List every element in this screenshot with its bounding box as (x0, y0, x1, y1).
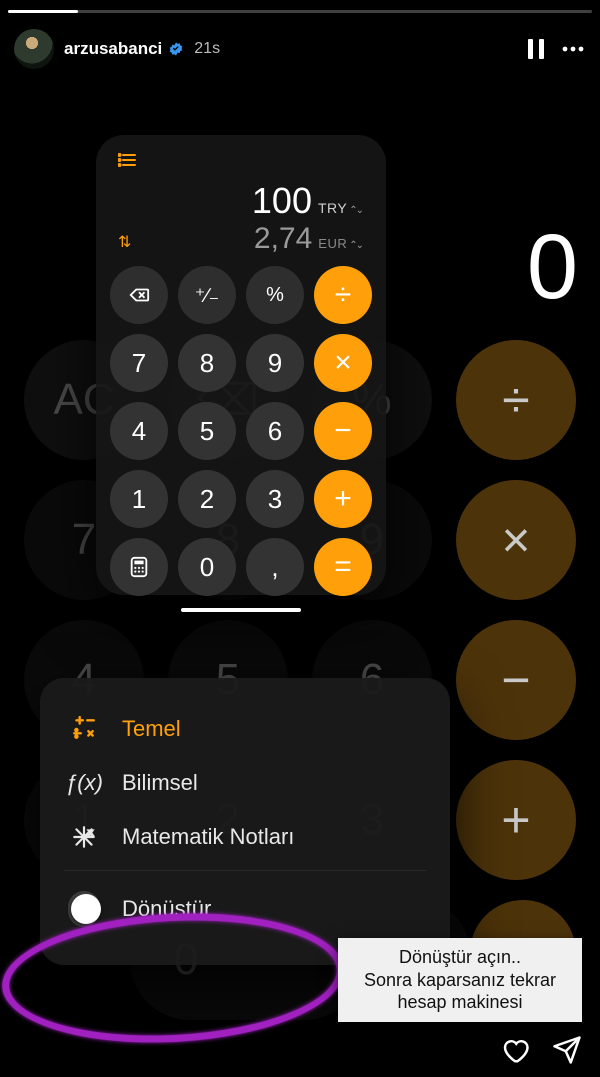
note-line: Dönüştür açın.. (346, 946, 574, 969)
mini-calculator-window[interactable]: ⇅ 100 TRY⌃⌄ 2,74 EUR⌃⌄ ⁺∕₋ % ÷ 7 8 9 × 4… (96, 135, 386, 595)
swap-currencies-icon[interactable]: ⇅ (118, 232, 131, 252)
bg-key-plus[interactable]: + (456, 760, 576, 880)
math-notes-icon: x (68, 824, 100, 850)
bg-key-multiply[interactable]: × (456, 480, 576, 600)
menu-item-math-notes[interactable]: x Matematik Notları (62, 810, 428, 864)
share-icon[interactable] (552, 1035, 582, 1065)
scientific-mode-icon: ƒ(x) (68, 770, 100, 796)
mini-sub-value: 2,74 (254, 222, 312, 256)
basic-mode-icon (68, 716, 100, 742)
menu-item-scientific[interactable]: ƒ(x) Bilimsel (62, 756, 428, 810)
menu-separator (64, 870, 426, 871)
mini-sub-currency[interactable]: EUR⌃⌄ (318, 236, 362, 251)
convert-toggle[interactable] (68, 891, 100, 927)
mini-main-value: 100 (252, 180, 312, 222)
mini-key-plusminus[interactable]: ⁺∕₋ (178, 266, 236, 324)
mini-key-0[interactable]: 0 (178, 538, 236, 596)
mini-key-6[interactable]: 6 (246, 402, 304, 460)
story-footer-actions (500, 1035, 582, 1065)
chevron-updown-icon: ⌃⌄ (349, 205, 362, 216)
mini-key-5[interactable]: 5 (178, 402, 236, 460)
mini-main-currency[interactable]: TRY⌃⌄ (318, 200, 362, 216)
home-indicator[interactable] (181, 608, 301, 612)
mini-key-equals[interactable]: = (314, 538, 372, 596)
menu-label: Bilimsel (122, 770, 198, 796)
chevron-updown-icon: ⌃⌄ (349, 240, 362, 251)
mini-key-3[interactable]: 3 (246, 470, 304, 528)
like-icon[interactable] (500, 1035, 530, 1065)
mini-key-mode[interactable] (110, 538, 168, 596)
mini-key-decimal[interactable]: , (246, 538, 304, 596)
mini-key-plus[interactable]: + (314, 470, 372, 528)
mini-key-7[interactable]: 7 (110, 334, 168, 392)
menu-label: Temel (122, 716, 181, 742)
mini-key-percent[interactable]: % (246, 266, 304, 324)
mini-key-divide[interactable]: ÷ (314, 266, 372, 324)
mini-key-8[interactable]: 8 (178, 334, 236, 392)
mini-key-9[interactable]: 9 (246, 334, 304, 392)
mini-key-minus[interactable]: − (314, 402, 372, 460)
mini-key-2[interactable]: 2 (178, 470, 236, 528)
bg-display-value: 0 (527, 215, 578, 320)
bg-key-divide[interactable]: ÷ (456, 340, 576, 460)
svg-text:x: x (88, 827, 93, 837)
note-line: hesap makinesi (346, 991, 574, 1014)
annotation-note: Dönüştür açın.. Sonra kaparsanız tekrar … (338, 938, 582, 1022)
note-line: Sonra kaparsanız tekrar (346, 969, 574, 992)
menu-item-basic[interactable]: Temel (62, 702, 428, 756)
menu-label: Matematik Notları (122, 824, 294, 850)
mini-keypad: ⁺∕₋ % ÷ 7 8 9 × 4 5 6 − 1 2 3 + 0 , = (110, 266, 372, 596)
history-icon[interactable] (118, 153, 136, 172)
mini-key-backspace[interactable] (110, 266, 168, 324)
mini-key-4[interactable]: 4 (110, 402, 168, 460)
mini-key-1[interactable]: 1 (110, 470, 168, 528)
mini-key-multiply[interactable]: × (314, 334, 372, 392)
bg-key-minus[interactable]: − (456, 620, 576, 740)
